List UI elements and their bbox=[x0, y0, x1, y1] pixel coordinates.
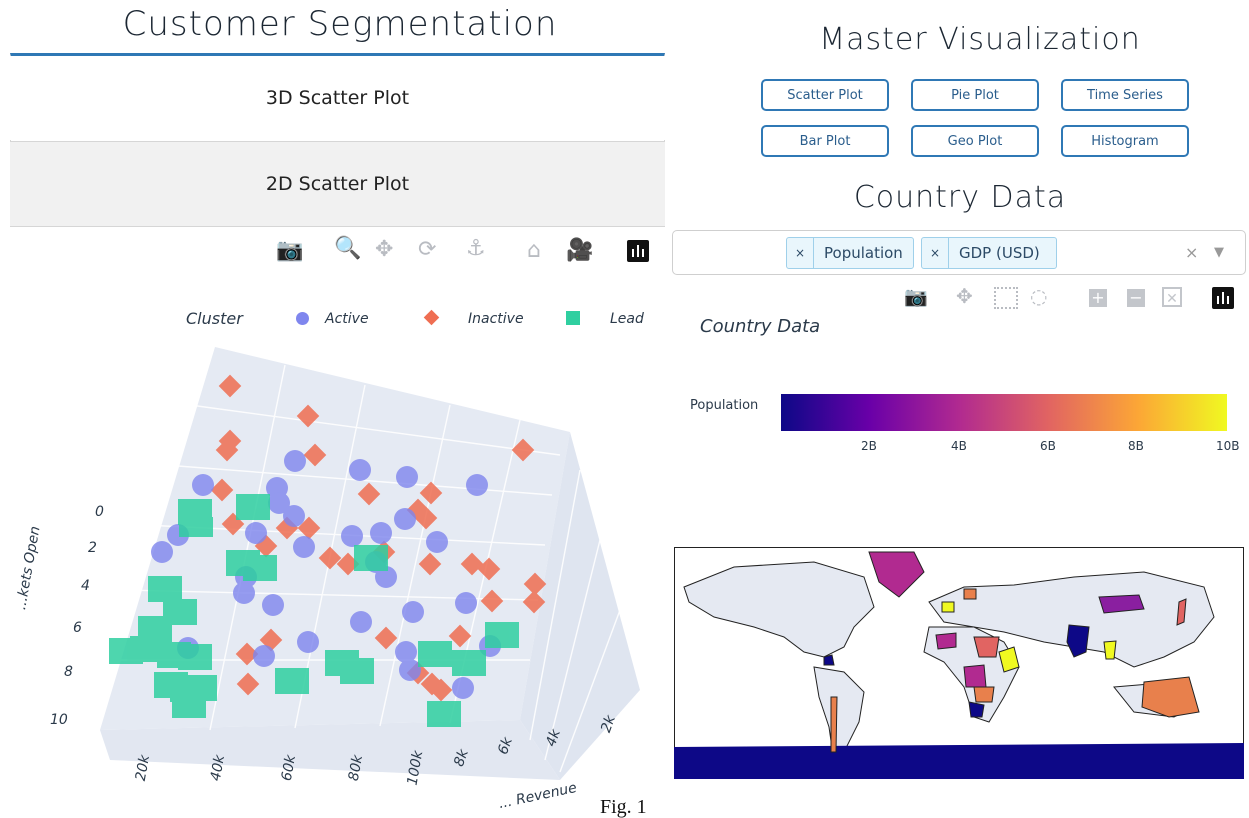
box-select-icon[interactable] bbox=[994, 287, 1018, 309]
colorbar-tick: 2B bbox=[861, 439, 877, 453]
customer-segmentation-title: Customer Segmentation bbox=[122, 4, 558, 44]
zoom-icon[interactable]: 🔍 bbox=[334, 238, 361, 260]
colorbar-tick: 10B bbox=[1216, 439, 1240, 453]
bar-plot-button[interactable]: Bar Plot bbox=[761, 125, 889, 157]
country-congo bbox=[963, 664, 987, 688]
clear-all-icon[interactable]: × bbox=[1185, 243, 1198, 262]
world-choropleth-map[interactable] bbox=[674, 547, 1244, 779]
legend-title: Cluster bbox=[186, 309, 243, 328]
y-tick-0: 0 bbox=[95, 504, 104, 520]
country-mali bbox=[935, 632, 957, 650]
country-ecuador bbox=[823, 654, 835, 666]
scatter-plot-button[interactable]: Scatter Plot bbox=[761, 79, 889, 111]
colorbar-tick: 8B bbox=[1128, 439, 1144, 453]
camera-view-icon[interactable]: 🎥 bbox=[566, 240, 593, 262]
country-botswana bbox=[968, 701, 985, 718]
country-chile bbox=[830, 696, 838, 753]
legend-active-label[interactable]: Active bbox=[325, 311, 369, 327]
legend-lead-label[interactable]: Lead bbox=[610, 311, 644, 327]
chip-remove-icon[interactable]: × bbox=[787, 238, 814, 268]
colorbar bbox=[781, 394, 1227, 431]
country-poland bbox=[963, 588, 977, 600]
country-sudan bbox=[973, 636, 1000, 658]
camera-icon[interactable]: 📷 bbox=[904, 288, 928, 307]
plotly-logo-icon[interactable] bbox=[627, 240, 649, 262]
legend-active-marker bbox=[296, 312, 309, 325]
chip-label: Population bbox=[824, 244, 903, 262]
scatter-2d-button[interactable]: 2D Scatter Plot bbox=[10, 141, 665, 226]
scatter-3d-button[interactable]: 3D Scatter Plot bbox=[10, 56, 665, 140]
master-visualization-title: Master Visualization bbox=[819, 22, 1141, 57]
pan-icon[interactable]: ✥ bbox=[375, 239, 393, 261]
y-tick-4: 4 bbox=[81, 578, 90, 594]
chip-gdp[interactable]: × GDP (USD) bbox=[921, 237, 1057, 269]
country-antarctica bbox=[674, 743, 1244, 779]
legend-inactive-marker bbox=[423, 309, 440, 326]
country-data-title: Country Data bbox=[853, 180, 1067, 215]
zoom-out-icon[interactable]: − bbox=[1127, 289, 1145, 307]
chip-remove-icon[interactable]: × bbox=[922, 238, 949, 268]
country-thailand bbox=[1103, 640, 1117, 660]
map-title: Country Data bbox=[700, 316, 821, 337]
colorbar-label: Population bbox=[690, 398, 759, 413]
pan-icon[interactable]: ✥ bbox=[956, 286, 973, 306]
dropdown-arrow-icon[interactable]: ▼ bbox=[1214, 245, 1224, 260]
figure-caption: Fig. 1 bbox=[600, 796, 647, 818]
legend-lead-marker bbox=[566, 311, 580, 325]
home-icon[interactable]: ⌂ bbox=[527, 240, 541, 262]
country-france bbox=[941, 601, 955, 613]
pie-plot-button[interactable]: Pie Plot bbox=[911, 79, 1039, 111]
chip-population[interactable]: × Population bbox=[786, 237, 914, 269]
scatter3d-plot[interactable] bbox=[0, 330, 670, 800]
colorbar-tick: 4B bbox=[951, 439, 967, 453]
y-tick-8: 8 bbox=[64, 664, 73, 680]
y-tick-2: 2 bbox=[88, 540, 97, 556]
lasso-icon[interactable]: ◌ bbox=[1030, 286, 1047, 306]
geo-plot-button[interactable]: Geo Plot bbox=[911, 125, 1039, 157]
y-tick-6: 6 bbox=[73, 620, 82, 636]
time-series-button[interactable]: Time Series bbox=[1061, 79, 1189, 111]
colorbar-tick: 6B bbox=[1040, 439, 1056, 453]
scene-floor bbox=[100, 720, 560, 780]
country-zambia bbox=[973, 686, 995, 703]
plotly-logo-icon[interactable] bbox=[1212, 287, 1234, 309]
turntable-icon[interactable]: ⚓ bbox=[466, 238, 486, 260]
histogram-button[interactable]: Histogram bbox=[1061, 125, 1189, 157]
legend-inactive-label[interactable]: Inactive bbox=[468, 311, 524, 327]
orbit-rotation-icon[interactable]: ⟳ bbox=[418, 239, 436, 261]
chip-label: GDP (USD) bbox=[959, 244, 1040, 262]
camera-icon[interactable]: 📷 bbox=[276, 240, 303, 262]
y-tick-10: 10 bbox=[50, 712, 68, 728]
zoom-in-icon[interactable]: + bbox=[1089, 289, 1107, 307]
reset-axes-icon[interactable]: ✕ bbox=[1162, 287, 1182, 307]
